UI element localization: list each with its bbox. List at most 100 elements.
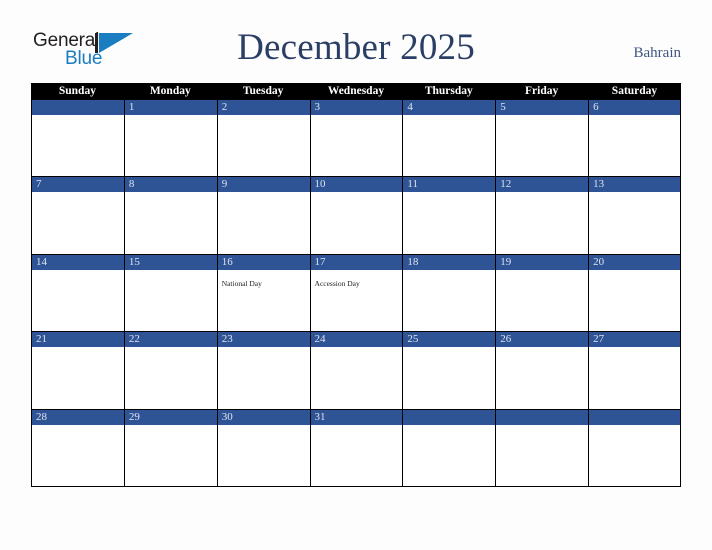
day-cell[interactable]: 14	[31, 254, 124, 333]
day-number-band: 27	[589, 332, 680, 348]
day-number-band: 28	[32, 409, 124, 425]
day-cell[interactable]: 21	[31, 332, 124, 410]
region-label: Bahrain	[633, 45, 681, 61]
day-number-band: 5	[496, 100, 589, 115]
day-body	[218, 425, 310, 486]
day-number: 14	[36, 255, 47, 268]
day-number-band: 7	[32, 177, 124, 193]
day-number-band: 4	[403, 100, 496, 115]
day-cell[interactable]: 19	[495, 254, 589, 333]
day-body	[496, 425, 588, 486]
day-number-band: 18	[403, 254, 496, 270]
day-number-band: 31	[310, 409, 403, 425]
day-number-band	[496, 409, 589, 425]
day-number: 18	[407, 255, 419, 268]
day-number: 23	[221, 333, 233, 346]
day-cell[interactable]: 12	[495, 177, 589, 255]
day-body: Accession Day	[311, 270, 403, 331]
day-cell[interactable]: 15	[123, 254, 217, 333]
day-number: 20	[593, 255, 605, 268]
day-body	[589, 192, 680, 253]
day-cell[interactable]	[402, 409, 496, 487]
day-cell[interactable]: 2	[216, 100, 310, 178]
day-number: 16	[221, 255, 233, 268]
day-cell[interactable]: 10	[309, 177, 403, 255]
day-number: 27	[593, 333, 605, 346]
day-number-band	[589, 409, 680, 425]
day-cell[interactable]: 24	[309, 332, 403, 410]
day-cell[interactable]	[495, 409, 589, 487]
day-number-band: 8	[124, 177, 217, 193]
day-number-band: 10	[310, 177, 403, 193]
day-cell[interactable]: 20	[588, 254, 681, 333]
day-number: 1	[128, 101, 135, 113]
weekday-header-saturday: Saturday	[611, 85, 658, 97]
day-body	[32, 192, 124, 253]
day-number-band: 16	[217, 254, 310, 270]
day-cell[interactable]: 11	[402, 177, 496, 255]
day-number-band: 1	[124, 100, 217, 115]
day-number: 25	[407, 333, 419, 346]
day-number: 3	[314, 101, 321, 113]
day-body	[403, 192, 495, 253]
week-row: 7 8 9 10 11 12 13	[31, 177, 681, 255]
day-body	[311, 425, 403, 486]
day-number: 17	[314, 255, 326, 268]
event-label: Accession Day	[314, 278, 360, 288]
day-body	[589, 347, 680, 408]
day-cell[interactable]: 26	[495, 332, 589, 410]
day-cell[interactable]: 22	[123, 332, 217, 410]
day-cell[interactable]: 4	[402, 100, 496, 178]
day-cell[interactable]: 8	[123, 177, 217, 255]
day-cell[interactable]: 16 National Day	[216, 254, 310, 333]
day-cell[interactable]: 27	[588, 332, 681, 410]
day-body	[32, 115, 124, 176]
day-cell[interactable]: 29	[123, 409, 217, 487]
day-cell[interactable]: 6	[588, 100, 681, 178]
day-body	[32, 347, 124, 408]
day-cell[interactable]: 30	[216, 409, 310, 487]
day-number: 13	[593, 178, 605, 191]
day-cell[interactable]: 7	[31, 177, 124, 255]
day-number-band: 17	[310, 254, 403, 270]
weekday-header-sunday: Sunday	[58, 85, 96, 97]
day-number-band: 13	[589, 177, 680, 193]
day-number: 31	[314, 410, 326, 423]
day-body	[403, 270, 495, 331]
day-cell[interactable]: 17 Accession Day	[309, 254, 403, 333]
day-body	[496, 347, 588, 408]
day-body	[496, 270, 588, 331]
day-cell[interactable]: 5	[495, 100, 589, 178]
day-body	[32, 270, 124, 331]
day-cell[interactable]: 18	[402, 254, 496, 333]
weekday-header-thursday: Thursday	[424, 85, 473, 97]
day-body	[403, 115, 495, 176]
day-cell[interactable]: 31	[309, 409, 403, 487]
day-number-band: 23	[217, 332, 310, 348]
day-cell[interactable]: 25	[402, 332, 496, 410]
day-number: 15	[128, 255, 140, 268]
day-cell[interactable]	[588, 409, 681, 487]
day-body: National Day	[218, 270, 310, 331]
day-number: 24	[314, 333, 326, 346]
day-cell[interactable]: 28	[31, 409, 124, 487]
week-row: 14 15 16 National Day 17 Accession Day 18 …	[31, 254, 681, 333]
calendar-grid: Sunday Monday Tuesday Wednesday Thursday…	[31, 83, 681, 487]
day-number-band: 24	[310, 332, 403, 348]
day-cell[interactable]	[31, 100, 124, 178]
week-row: 28 29 30 31	[31, 409, 681, 487]
day-cell[interactable]: 23	[216, 332, 310, 410]
day-number: 7	[36, 178, 42, 191]
day-body	[32, 425, 124, 486]
day-cell[interactable]: 13	[588, 177, 681, 255]
day-cell[interactable]: 1	[123, 100, 217, 178]
week-row: 1 2 3 4 5 6	[31, 100, 681, 178]
day-cell[interactable]: 9	[216, 177, 310, 255]
day-body	[125, 270, 217, 331]
week-row: 21 22 23 24 25 26 27	[31, 332, 681, 410]
day-cell[interactable]: 3	[309, 100, 403, 178]
day-number: 6	[593, 101, 599, 113]
day-number-band	[32, 100, 124, 115]
day-body	[125, 115, 217, 176]
day-number-band: 15	[124, 254, 217, 270]
